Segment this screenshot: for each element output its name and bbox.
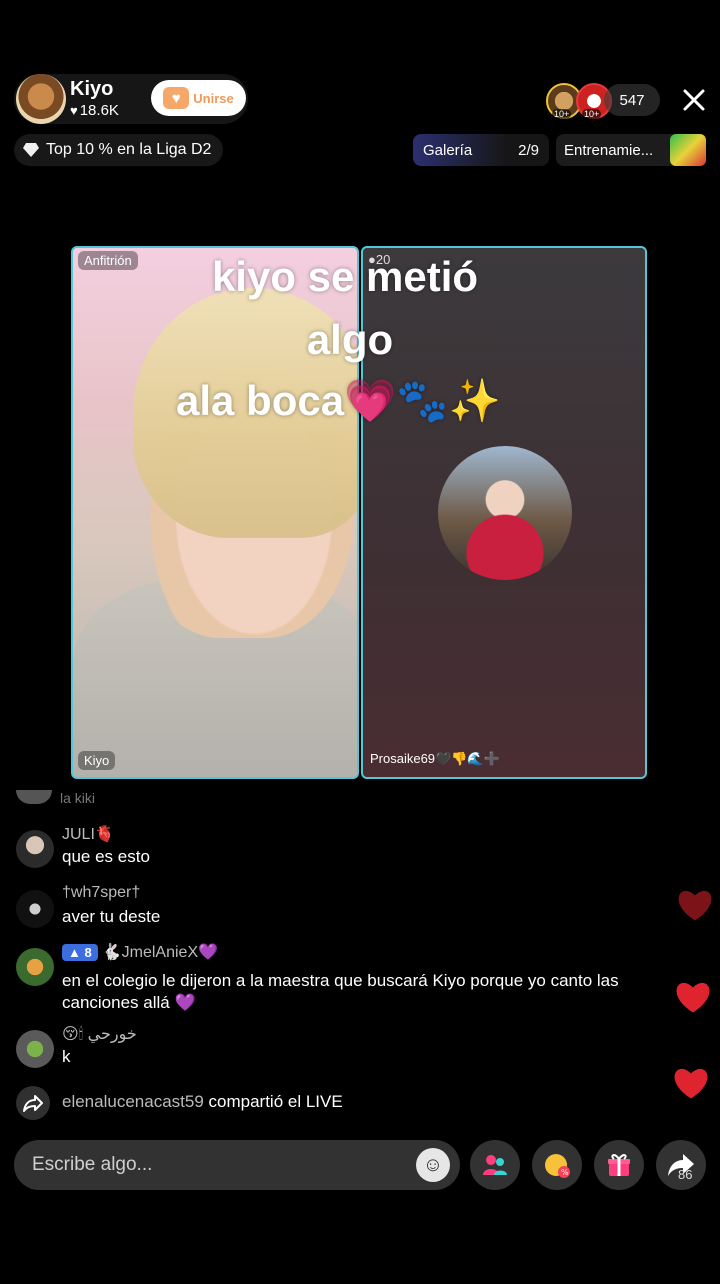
team-heart-icon: ♥	[163, 87, 190, 109]
gift-icon	[608, 1154, 630, 1176]
comment-input[interactable]: Escribe algo... ☺	[14, 1140, 460, 1190]
viewer-rank-badge: 10+	[582, 109, 602, 119]
training-thumbnail	[670, 134, 706, 166]
gallery-label: Galería	[423, 141, 473, 159]
chat-avatar	[16, 790, 52, 804]
floating-heart-icon	[678, 890, 712, 921]
viewer-rank-badge: 10+	[552, 109, 572, 119]
league-label: Top 10 % en la Liga D2	[46, 141, 212, 158]
league-rank-pill[interactable]: Top 10 % en la Liga D2	[14, 134, 224, 166]
host-panel-name[interactable]: Kiyo	[78, 751, 116, 770]
chat-text: que es esto	[62, 847, 150, 866]
multi-guest-button[interactable]	[470, 1140, 520, 1190]
chat-text: aver tu deste	[62, 907, 161, 926]
host-avatar[interactable]	[16, 74, 66, 124]
chat-username[interactable]: 🐇JmelAnieX💜	[102, 944, 218, 961]
chat-username-row[interactable]: ▲ 8 🐇JmelAnieX💜	[62, 942, 218, 962]
people-icon	[483, 1155, 507, 1175]
host-likes: ♥ 18.6K	[70, 102, 119, 119]
share-arrow-icon	[16, 1086, 50, 1120]
close-icon[interactable]	[680, 86, 708, 114]
host-likes-count: 18.6K	[79, 102, 119, 119]
chat-avatar[interactable]	[16, 830, 54, 868]
host-name: Kiyo	[70, 78, 114, 100]
training-pill[interactable]: Entrenamie...	[556, 134, 706, 166]
host-tag: Anfitrión	[78, 251, 138, 270]
join-button[interactable]: ♥ Unirse	[151, 80, 246, 116]
chat-text: en el colegio le dijeron a la maestra qu…	[62, 971, 619, 1012]
chat-username[interactable]: †wh7sper†	[62, 884, 140, 902]
caption-line-3: ala boca💗🐾✨	[176, 377, 501, 424]
share-button[interactable]	[656, 1140, 706, 1190]
diamond-icon	[23, 143, 39, 157]
floating-heart-icon	[676, 982, 710, 1013]
chat-avatar[interactable]	[16, 1030, 54, 1068]
chat-avatar[interactable]	[16, 890, 54, 928]
top-viewers[interactable]: 10+ 10+	[546, 83, 612, 119]
gift-button[interactable]	[594, 1140, 644, 1190]
chat-username[interactable]: JULI🫀	[62, 824, 115, 844]
chat-text: k	[62, 1047, 71, 1066]
viewer-count[interactable]: 547	[604, 84, 660, 116]
floating-heart-icon	[674, 1068, 708, 1099]
training-label: Entrenamie...	[564, 141, 654, 159]
share-action: compartió el LIVE	[208, 1092, 343, 1111]
share-count: 86	[678, 1167, 693, 1182]
share-username[interactable]: elenalucenacast59	[62, 1092, 204, 1111]
caption-line-1: kiyo se metió	[211, 253, 479, 300]
guest-avatar[interactable]	[438, 446, 572, 580]
caption-line-2: algo	[306, 316, 394, 363]
coin-icon: %	[545, 1154, 570, 1178]
chat-username[interactable]: 😚🕯 خورحي	[62, 1024, 137, 1044]
chat-faded-text: la kiki	[60, 790, 96, 806]
gallery-progress: 2/9	[518, 141, 539, 159]
comment-placeholder: Escribe algo...	[32, 1154, 153, 1175]
gallery-pill[interactable]: Galería 2/9	[413, 134, 549, 166]
share-notification: elenalucenacast59 compartió el LIVE	[16, 1086, 696, 1120]
heart-icon: ♥	[70, 103, 78, 118]
coin-discount-button[interactable]: %	[532, 1140, 582, 1190]
share-text: elenalucenacast59 compartió el LIVE	[62, 1092, 343, 1112]
emoji-icon[interactable]: ☺	[416, 1148, 450, 1182]
svg-text:%: %	[561, 1168, 569, 1177]
guest-panel-name[interactable]: Prosaike69🖤👎🌊➕	[370, 751, 500, 767]
level-badge: ▲ 8	[62, 944, 98, 961]
join-label: Unirse	[193, 90, 234, 106]
chat-avatar[interactable]	[16, 948, 54, 986]
